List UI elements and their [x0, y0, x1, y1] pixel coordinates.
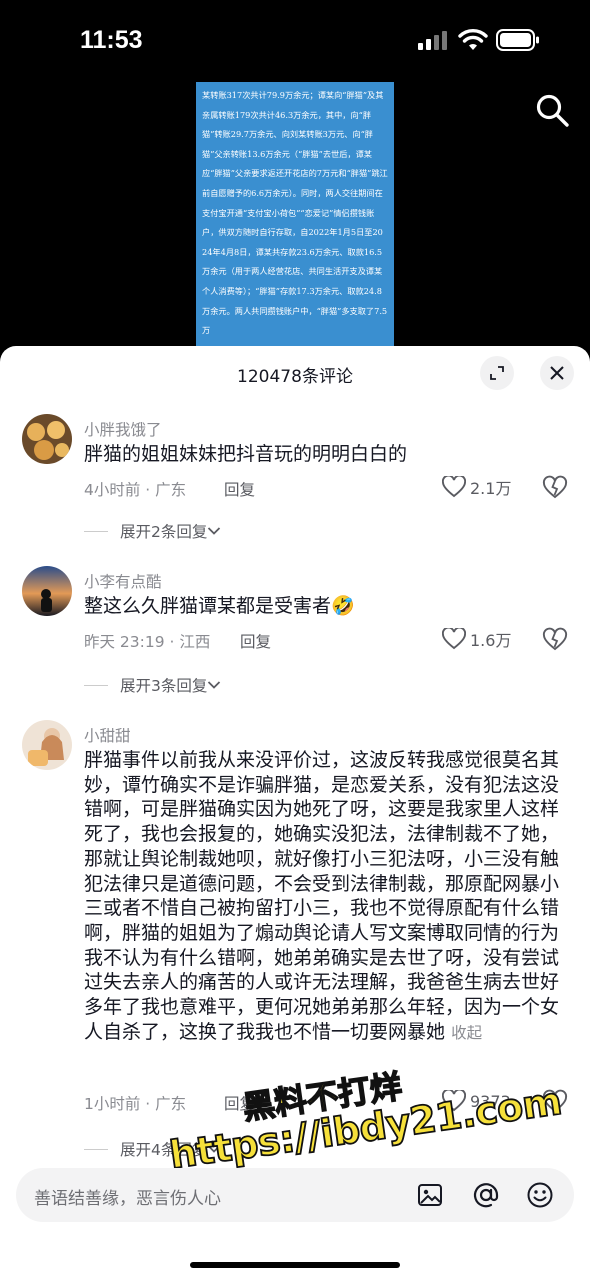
divider-line [84, 684, 108, 686]
comment-text: 胖猫事件以前我从来没评价过，这波反转我感觉很莫名其妙，谭竹确实不是诈骗胖猫，是恋… [84, 748, 562, 1045]
laughing-emoji: 🤣 [331, 595, 355, 617]
document-text: 某转账317次共计79.9万余元；谭某向“胖猫”及其亲属转账179次共计46.3… [202, 90, 388, 336]
reply-button[interactable]: 回复 [224, 1092, 255, 1114]
comment-time-location: 1小时前 · 广东 [84, 1095, 187, 1113]
comment-time-location: 昨天 23:19 · 江西 [84, 633, 211, 651]
expand-replies-label: 展开4条回复 [120, 1141, 208, 1159]
like-count: 9373 [470, 1091, 511, 1111]
status-time: 11:53 [80, 26, 143, 54]
reply-button[interactable]: 回复 [240, 630, 271, 652]
divider-line [84, 530, 108, 532]
comment-item: 小李有点酷 整这么久胖猫谭某都是受害者🤣 昨天 23:19 · 江西 回复 1.… [0, 564, 590, 714]
divider-line [84, 1148, 108, 1150]
comment-username[interactable]: 小甜甜 [84, 724, 131, 746]
comment-text-body: 整这么久胖猫谭某都是受害者 [84, 595, 332, 617]
avatar[interactable] [22, 414, 72, 464]
expand-replies-label: 展开2条回复 [120, 523, 208, 541]
comment-username[interactable]: 小胖我饿了 [84, 418, 162, 440]
comments-sheet: 120478条评论 小胖我饿了 胖猫的姐姐妹妹把抖音玩的明明白白的 4小时前 ·… [0, 346, 590, 1280]
avatar[interactable] [22, 566, 72, 616]
expand-replies-button[interactable]: 展开4条回复 [84, 1138, 221, 1160]
status-bar: 11:53 [0, 0, 590, 80]
heart-icon [442, 1090, 466, 1112]
dislike-icon[interactable] [542, 474, 568, 500]
reply-button[interactable]: 回复 [224, 478, 255, 500]
like-button[interactable]: 2.1万 [442, 474, 511, 500]
like-button[interactable]: 1.6万 [442, 626, 511, 652]
heart-icon [442, 628, 466, 650]
dislike-icon[interactable] [542, 1088, 568, 1114]
battery-icon [496, 29, 539, 51]
close-icon [550, 366, 564, 380]
like-count: 2.1万 [470, 479, 512, 498]
expand-button[interactable] [480, 356, 514, 390]
chevron-down-icon [208, 1145, 221, 1153]
collapse-button[interactable]: 收起 [451, 1024, 482, 1042]
comment-text-body: 胖猫事件以前我从来没评价过，这波反转我感觉很莫名其妙，谭竹确实不是诈骗胖猫，是恋… [84, 749, 560, 1043]
like-button[interactable]: 9373 [442, 1088, 511, 1114]
mention-icon[interactable] [472, 1181, 500, 1209]
emoji-icon[interactable] [526, 1181, 554, 1209]
comment-item: 小甜甜 胖猫事件以前我从来没评价过，这波反转我感觉很莫名其妙，谭竹确实不是诈骗胖… [0, 718, 590, 1168]
chevron-down-icon [208, 527, 221, 535]
like-count: 1.6万 [470, 631, 512, 650]
comment-text: 胖猫的姐姐妹妹把抖音玩的明明白白的 [84, 443, 408, 465]
signal-icon [418, 31, 447, 50]
comment-input-placeholder: 善语结善缘，恶言伤人心 [34, 1189, 221, 1209]
dislike-icon[interactable] [542, 626, 568, 652]
expand-replies-label: 展开3条回复 [120, 677, 208, 695]
expand-replies-button[interactable]: 展开3条回复 [84, 674, 221, 696]
comment-item: 小胖我饿了 胖猫的姐姐妹妹把抖音玩的明明白白的 4小时前 · 广东 回复 2.1… [0, 412, 590, 562]
comment-username[interactable]: 小李有点酷 [84, 570, 162, 592]
comment-input[interactable]: 善语结善缘，恶言伤人心 [16, 1168, 574, 1222]
expand-replies-button[interactable]: 展开2条回复 [84, 520, 221, 542]
avatar[interactable] [22, 720, 72, 770]
close-button[interactable] [540, 356, 574, 390]
comment-text: 整这么久胖猫谭某都是受害者🤣 [84, 594, 562, 619]
search-icon[interactable] [534, 92, 570, 128]
heart-icon [442, 476, 466, 498]
comment-time-location: 4小时前 · 广东 [84, 481, 187, 499]
home-indicator[interactable] [190, 1262, 400, 1268]
image-icon[interactable] [416, 1181, 444, 1209]
video-document-image[interactable]: 某转账317次共计79.9万余元；谭某向“胖猫”及其亲属转账179次共计46.3… [196, 82, 394, 350]
wifi-icon [458, 29, 488, 50]
chevron-down-icon [208, 681, 221, 689]
expand-icon [490, 366, 504, 380]
